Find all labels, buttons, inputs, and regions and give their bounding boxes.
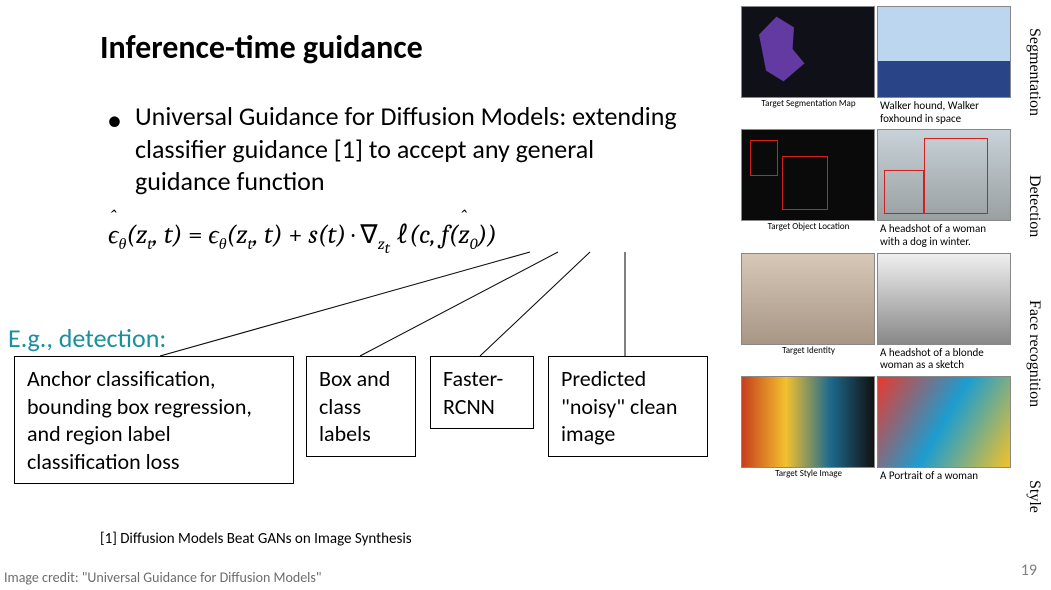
annotation-box-zhat: Predicted "noisy" clean image: [548, 356, 708, 457]
row-label-face: Face recognition: [1025, 300, 1043, 407]
citation-text: [1] Diffusion Models Beat GANs on Image …: [100, 530, 412, 548]
thumb-caption: Target Object Location: [741, 221, 876, 250]
bullet-marker: •: [107, 102, 122, 140]
image-credit: Image credit: "Universal Guidance for Di…: [4, 569, 321, 586]
equation: ϵθ(zt, t) = ϵθ(zt, t) + s(t) · ∇zt ℓ(c, …: [108, 220, 497, 257]
thumb-caption: Target Identity: [741, 345, 876, 374]
annotation-box-labels: Box and class labels: [306, 356, 416, 457]
row-label-segmentation: Segmentation: [1025, 28, 1043, 116]
thumb-caption: Target Style Image: [741, 468, 876, 485]
thumb-seg-result: [877, 6, 1011, 98]
bullet-item: • Universal Guidance for Diffusion Model…: [135, 100, 695, 198]
row-caption: A headshot of a woman with a dog in wint…: [876, 221, 1011, 250]
thumb-style-target: [741, 376, 875, 468]
thumb-face-target: [741, 253, 875, 345]
page-number: 19: [1021, 561, 1037, 580]
annotation-box-loss: Anchor classification, bounding box regr…: [14, 356, 294, 484]
example-label: E.g., detection:: [8, 322, 166, 354]
eq-eps-hat: ϵ: [108, 220, 118, 250]
row-caption: Walker hound, Walker foxhound in space: [876, 98, 1011, 127]
thumb-caption: Target Segmentation Map: [741, 98, 876, 127]
thumb-det-target: [741, 129, 875, 221]
row-label-detection: Detection: [1025, 175, 1043, 237]
thumb-seg-target: [741, 6, 875, 98]
thumb-style-result: [877, 376, 1011, 468]
grid-row-segmentation: Target Segmentation Map Walker hound, Wa…: [741, 6, 1011, 127]
row-caption: A Portrait of a woman: [876, 468, 1011, 485]
thumb-det-result: [877, 129, 1011, 221]
slide-title: Inference-time guidance: [100, 28, 423, 67]
grid-row-face: Target Identity A headshot of a blonde w…: [741, 253, 1011, 374]
right-image-grid: Target Segmentation Map Walker hound, Wa…: [741, 6, 1011, 484]
thumb-face-result: [877, 253, 1011, 345]
row-caption: A headshot of a blonde woman as a sketch: [876, 345, 1011, 374]
grid-row-style: Target Style Image A Portrait of a woman: [741, 376, 1011, 485]
annotation-box-model: Faster-RCNN: [430, 356, 534, 429]
grid-row-detection: Target Object Location A headshot of a w…: [741, 129, 1011, 250]
row-label-style: Style: [1025, 480, 1043, 513]
bullet-text: Universal Guidance for Diffusion Models:…: [135, 100, 677, 197]
